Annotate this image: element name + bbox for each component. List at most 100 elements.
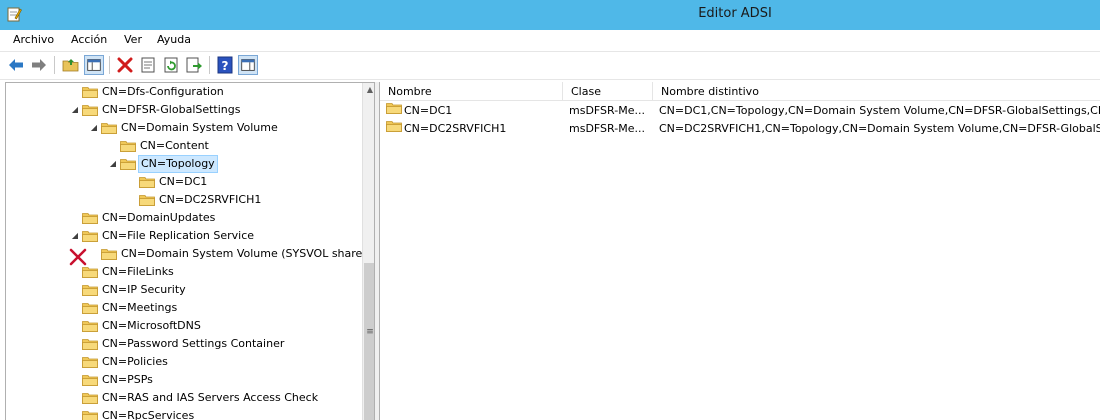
tree-node-label: CN=PSPs (102, 373, 153, 386)
tree-node-label: CN=FileLinks (102, 265, 174, 278)
menu-accion[interactable]: Acción (71, 33, 107, 46)
back-arrow-icon[interactable] (6, 55, 26, 75)
properties-icon[interactable] (138, 55, 158, 75)
list-cell-dn: CN=DC1,CN=Topology,CN=Domain System Volu… (659, 104, 1100, 117)
tree-node[interactable]: CN=MicrosoftDNS (6, 317, 362, 335)
expanded-arrow-icon[interactable]: ◢ (108, 155, 118, 173)
tree-node[interactable]: CN=DomainUpdates (6, 209, 362, 227)
menu-ayuda[interactable]: Ayuda (157, 33, 191, 46)
tree-node-label: CN=RAS and IAS Servers Access Check (102, 391, 319, 404)
list-cell-name: CN=DC2SRVFICH1 (404, 122, 507, 135)
export-list-icon[interactable] (184, 55, 204, 75)
tree-node[interactable]: CN=Meetings (6, 299, 362, 317)
expanded-arrow-icon[interactable]: ◢ (70, 227, 80, 245)
folder-icon (82, 213, 98, 224)
forward-arrow-icon[interactable] (29, 55, 49, 75)
folder-icon (82, 393, 98, 404)
menu-bar: Archivo Acción Ver Ayuda (0, 30, 1100, 50)
tree-node-label: CN=Policies (102, 355, 168, 368)
tree-node-label: CN=DC2SRVFICH1 (159, 193, 262, 206)
folder-icon (101, 123, 117, 134)
list-item[interactable]: CN=DC1 msDFSR-Me... CN=DC1,CN=Topology,CN=… (380, 102, 1100, 120)
scrollbar-grip-icon: ≡ (366, 327, 374, 337)
tree-node-label: CN=Topology (138, 155, 218, 173)
column-header-nombre[interactable]: Nombre (380, 82, 563, 101)
red-x-error-icon (69, 248, 87, 266)
tree-node[interactable]: CN=RAS and IAS Servers Access Check (6, 389, 362, 407)
tree-node-label: CN=MicrosoftDNS (102, 319, 201, 332)
tree-node[interactable]: CN=IP Security (6, 281, 362, 299)
svg-text:?: ? (222, 59, 229, 73)
tree-node[interactable]: CN=RpcServices (6, 407, 362, 420)
refresh-icon[interactable] (161, 55, 181, 75)
action-pane-icon[interactable] (238, 55, 258, 75)
tree-node[interactable]: ◢ CN=Domain System Volume (6, 119, 362, 137)
menu-archivo[interactable]: Archivo (13, 33, 54, 46)
folder-icon (82, 303, 98, 314)
tree-node-label: CN=Domain System Volume (121, 121, 278, 134)
folder-icon (82, 87, 98, 98)
console-tree[interactable]: CN=Dfs-Configuration ◢ CN=DFSR-GlobalSetti… (5, 82, 375, 420)
list-cell-dn: CN=DC2SRVFICH1,CN=Topology,CN=Domain Sys… (659, 122, 1100, 135)
tree-node[interactable]: CN=Dfs-Configuration (6, 83, 362, 101)
folder-icon (82, 375, 98, 386)
scrollbar-thumb[interactable]: ≡ (364, 263, 374, 420)
tree-node[interactable]: CN=DC1 (6, 173, 362, 191)
folder-icon (139, 195, 155, 206)
menu-ver[interactable]: Ver (124, 33, 142, 46)
tree-node-label: CN=Dfs-Configuration (102, 85, 224, 98)
tree-node-label: CN=IP Security (102, 283, 186, 296)
list-cell-name: CN=DC1 (404, 104, 453, 117)
tree-node-label: CN=File Replication Service (102, 229, 255, 242)
list-cell-class: msDFSR-Me... (569, 122, 645, 135)
folder-icon (82, 105, 98, 116)
folder-icon (82, 339, 98, 350)
up-folder-icon[interactable] (61, 55, 81, 75)
tree-node[interactable]: CN=Policies (6, 353, 362, 371)
tree-node-label: CN=Meetings (102, 301, 178, 314)
tree-node-label: CN=DomainUpdates (102, 211, 216, 224)
column-header-clase[interactable]: Clase (563, 82, 653, 101)
delete-icon[interactable] (115, 55, 135, 75)
tree-node-label: CN=DFSR-GlobalSettings (102, 103, 241, 116)
tree-node[interactable]: CN=PSPs (6, 371, 362, 389)
expanded-arrow-icon[interactable]: ◢ (89, 119, 99, 137)
tree-node[interactable]: ◢ CN=File Replication Service (6, 227, 362, 245)
folder-icon (120, 141, 136, 152)
toolbar-separator (109, 56, 110, 74)
folder-icon (82, 231, 98, 242)
folder-icon (82, 321, 98, 332)
folder-icon (82, 357, 98, 368)
folder-icon (101, 249, 117, 260)
list-cell-class: msDFSR-Me... (569, 104, 645, 117)
toolbar: ? (0, 51, 1100, 80)
list-item[interactable]: CN=DC2SRVFICH1 msDFSR-Me... CN=DC2SRVFICH1… (380, 120, 1100, 138)
tree-node[interactable]: ◢ CN=DFSR-GlobalSettings (6, 101, 362, 119)
tree-node[interactable]: CN=Password Settings Container (6, 335, 362, 353)
tree-node-label: CN=Password Settings Container (102, 337, 285, 350)
scroll-up-arrow-icon[interactable]: ▲ (363, 83, 374, 97)
toolbar-separator (54, 56, 55, 74)
tree-node[interactable]: ◢ CN=Topology (6, 155, 362, 173)
tree-node-label: CN=RpcServices (102, 409, 195, 420)
tree-node-label: CN=Content (140, 139, 209, 152)
results-list[interactable]: Nombre Clase Nombre distintivo CN=DC1 msD… (379, 82, 1100, 420)
folder-icon (82, 267, 98, 278)
tree-vertical-scrollbar[interactable]: ▲ ≡ (362, 83, 374, 420)
tree-node[interactable]: CN=Domain System Volume (SYSVOL share) (6, 245, 367, 263)
folder-icon (82, 285, 98, 296)
column-header-nombre-distintivo[interactable]: Nombre distintivo (653, 82, 1100, 101)
title-bar: Editor ADSI (0, 0, 1100, 30)
expanded-arrow-icon[interactable]: ◢ (70, 101, 80, 119)
tree-node[interactable]: CN=DC2SRVFICH1 (6, 191, 362, 209)
tree-node[interactable]: CN=Content (6, 137, 362, 155)
window-title: Editor ADSI (698, 6, 772, 21)
folder-icon (386, 103, 402, 114)
help-icon[interactable]: ? (215, 55, 235, 75)
folder-icon (139, 177, 155, 188)
show-hide-console-tree-icon[interactable] (84, 55, 104, 75)
tree-node-label: CN=DC1 (159, 175, 208, 188)
tree-node[interactable]: CN=FileLinks (6, 263, 362, 281)
toolbar-separator (209, 56, 210, 74)
tree-node-label: CN=Domain System Volume (SYSVOL share) (121, 247, 367, 260)
